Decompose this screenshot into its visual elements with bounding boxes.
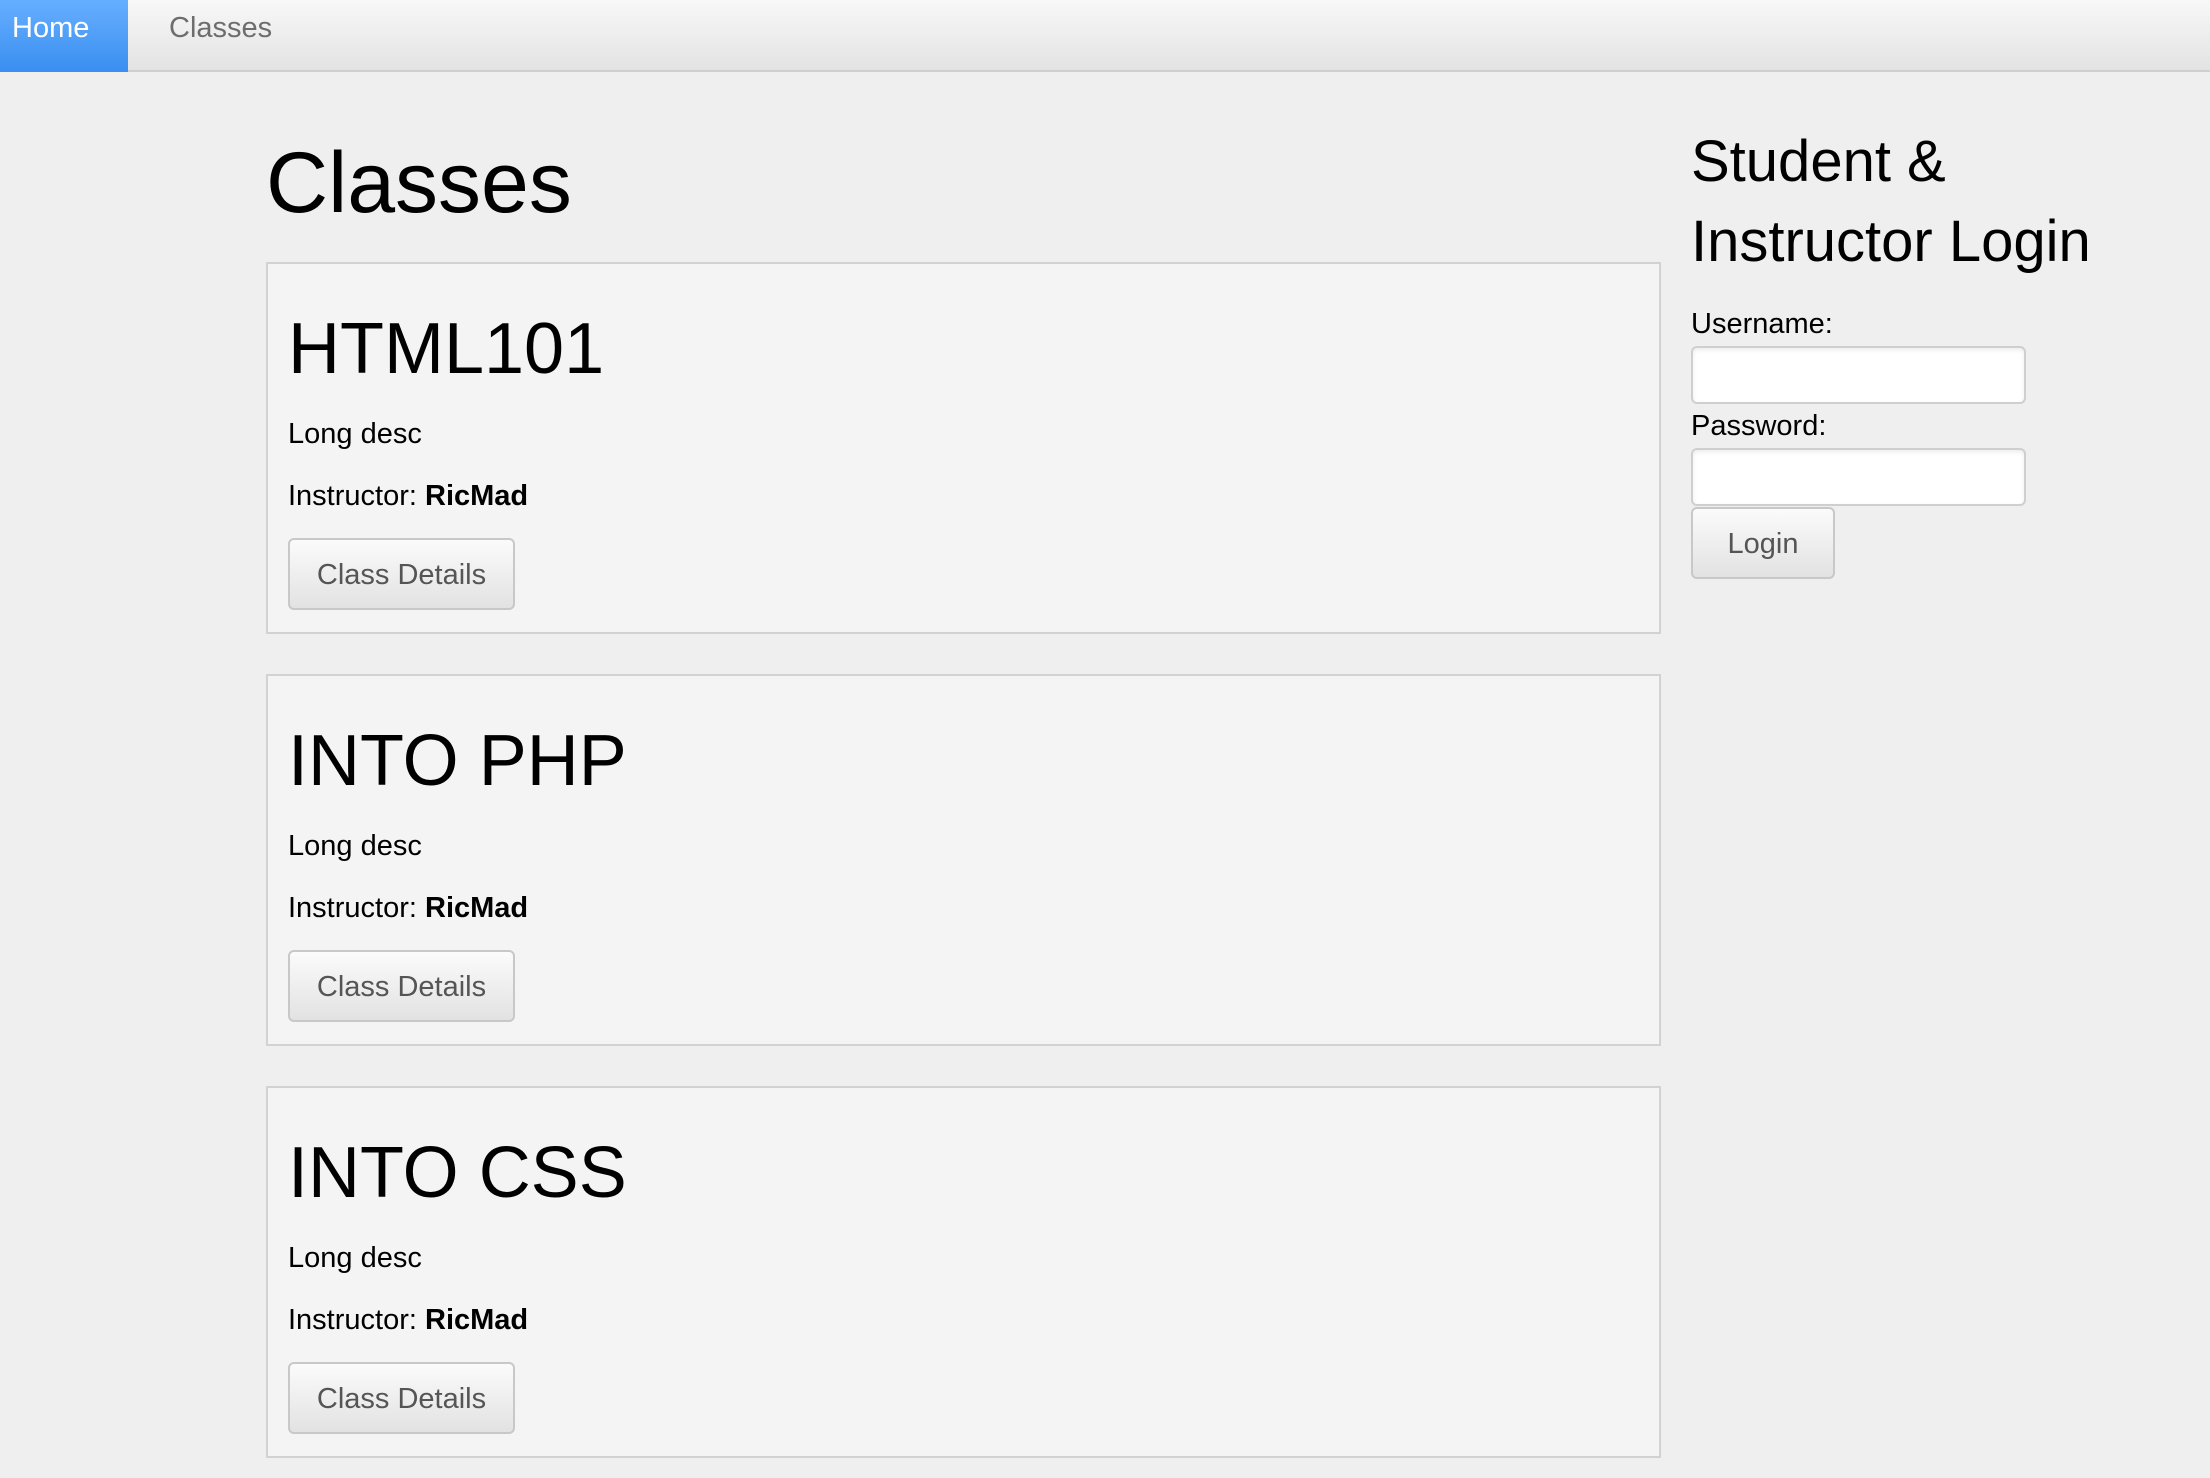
class-description: Long desc — [288, 830, 422, 862]
login-title: Student & Instructor Login — [1691, 129, 2091, 274]
class-description: Long desc — [288, 418, 422, 450]
class-details-button[interactable]: Class Details — [288, 1362, 515, 1434]
nav-item-classes[interactable]: Classes — [169, 0, 272, 72]
class-instructor: Instructor: RicMad — [288, 1302, 528, 1338]
class-instructor: Instructor: RicMad — [288, 478, 528, 514]
class-card: INTO CSS Long desc Instructor: RicMad Cl… — [266, 1086, 1661, 1458]
instructor-label: Instructor: — [288, 480, 417, 512]
class-name: INTO PHP — [288, 721, 627, 801]
page-title: Classes — [266, 135, 572, 231]
class-name: HTML101 — [288, 309, 605, 389]
class-card: INTO PHP Long desc Instructor: RicMad Cl… — [266, 674, 1661, 1046]
class-details-button[interactable]: Class Details — [288, 538, 515, 610]
top-navbar: Home Classes — [0, 0, 2210, 72]
class-description: Long desc — [288, 1242, 422, 1274]
instructor-label: Instructor: — [288, 1304, 417, 1336]
class-instructor: Instructor: RicMad — [288, 890, 528, 926]
instructor-label: Instructor: — [288, 892, 417, 924]
instructor-name: RicMad — [425, 1304, 529, 1336]
nav-item-home[interactable]: Home — [0, 0, 128, 72]
class-name: INTO CSS — [288, 1133, 627, 1213]
password-label: Password: — [1691, 410, 1827, 442]
class-details-button[interactable]: Class Details — [288, 950, 515, 1022]
instructor-name: RicMad — [425, 480, 529, 512]
class-card: HTML101 Long desc Instructor: RicMad Cla… — [266, 262, 1661, 634]
login-button[interactable]: Login — [1691, 507, 1835, 579]
password-input[interactable] — [1691, 448, 2026, 506]
username-input[interactable] — [1691, 346, 2026, 404]
username-label: Username: — [1691, 308, 1833, 340]
instructor-name: RicMad — [425, 892, 529, 924]
